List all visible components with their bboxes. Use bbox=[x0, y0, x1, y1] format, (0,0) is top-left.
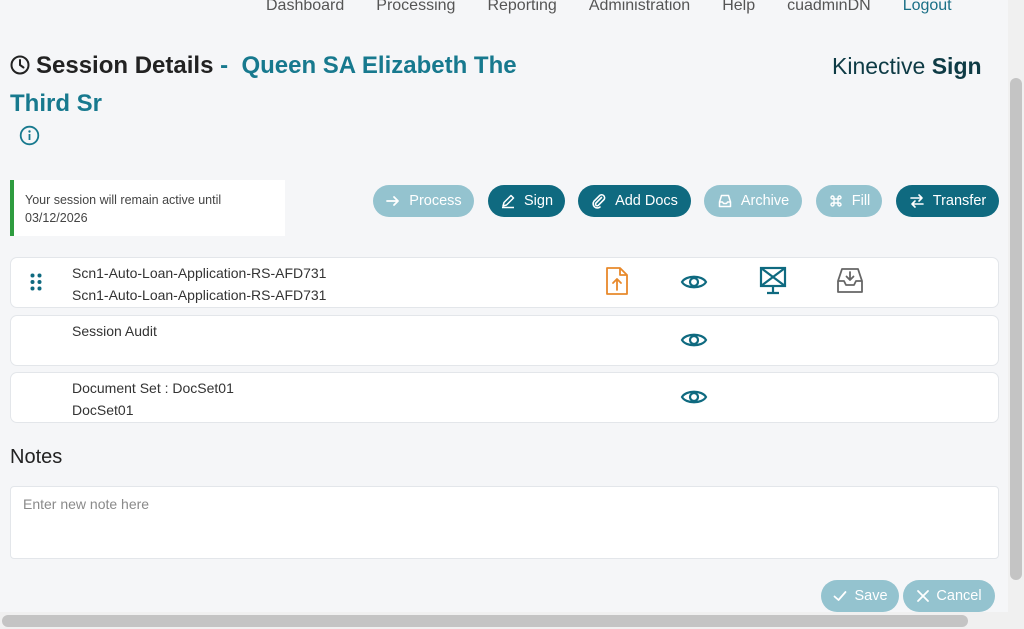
document-row: Document Set : DocSet01 DocSet01 bbox=[10, 372, 999, 423]
vertical-scrollbar-thumb[interactable] bbox=[1010, 78, 1022, 580]
fill-button[interactable]: Fill bbox=[816, 185, 882, 217]
archive-tray-icon bbox=[718, 194, 732, 208]
page-title: Session Details - Queen SA Elizabeth The… bbox=[10, 48, 550, 122]
process-button[interactable]: Process bbox=[373, 185, 474, 217]
document-row: Session Audit bbox=[10, 315, 999, 366]
pen-icon bbox=[501, 194, 515, 209]
transfer-arrows-icon bbox=[909, 194, 924, 208]
document-name: Document Set : DocSet01 bbox=[72, 380, 234, 396]
add-docs-button[interactable]: Add Docs bbox=[578, 185, 691, 217]
add-docs-label: Add Docs bbox=[615, 193, 678, 209]
eye-icon[interactable] bbox=[680, 387, 708, 412]
nav-processing[interactable]: Processing bbox=[376, 0, 455, 15]
screen-x-icon[interactable] bbox=[759, 266, 787, 301]
process-label: Process bbox=[409, 193, 462, 209]
drag-handle-icon[interactable] bbox=[29, 272, 43, 297]
page-title-text: Session Details bbox=[36, 52, 214, 79]
notes-input[interactable] bbox=[10, 486, 999, 559]
nav-administration[interactable]: Administration bbox=[589, 0, 690, 15]
fill-label: Fill bbox=[851, 193, 871, 209]
close-icon bbox=[917, 590, 930, 602]
brand-name-bold: Sign bbox=[931, 53, 982, 79]
title-separator: - bbox=[220, 52, 229, 79]
document-subtitle: Scn1-Auto-Loan-Application-RS-AFD731 bbox=[72, 287, 327, 303]
brand-name: Kinective bbox=[832, 53, 926, 79]
arrow-right-icon bbox=[386, 196, 400, 206]
document-name: Session Audit bbox=[72, 323, 157, 339]
nav-dashboard[interactable]: Dashboard bbox=[266, 0, 344, 15]
cancel-label: Cancel bbox=[936, 588, 982, 604]
brand-logo: Kinective Sign bbox=[832, 53, 982, 80]
document-name: Scn1-Auto-Loan-Application-RS-AFD731 bbox=[72, 265, 327, 281]
info-icon[interactable] bbox=[19, 125, 40, 151]
nav-help[interactable]: Help bbox=[722, 0, 755, 15]
transfer-label: Transfer bbox=[932, 193, 987, 209]
save-button[interactable]: Save bbox=[821, 580, 899, 612]
save-label: Save bbox=[854, 588, 888, 604]
file-upload-icon[interactable] bbox=[605, 266, 629, 301]
archive-label: Archive bbox=[740, 193, 790, 209]
checkmark-icon bbox=[834, 591, 847, 601]
sign-button[interactable]: Sign bbox=[488, 185, 565, 217]
document-subtitle: DocSet01 bbox=[72, 402, 134, 418]
clock-icon bbox=[10, 50, 30, 86]
transfer-button[interactable]: Transfer bbox=[896, 185, 999, 217]
horizontal-scrollbar-thumb[interactable] bbox=[2, 615, 968, 627]
nav-reporting[interactable]: Reporting bbox=[487, 0, 556, 15]
nav-logout[interactable]: Logout bbox=[903, 0, 952, 15]
sign-label: Sign bbox=[523, 193, 554, 209]
cancel-button[interactable]: Cancel bbox=[903, 580, 995, 612]
top-nav: Dashboard Processing Reporting Administr… bbox=[266, 0, 952, 15]
paperclip-icon bbox=[592, 194, 606, 209]
nav-user-menu[interactable]: cuadminDN bbox=[787, 0, 871, 15]
archive-button[interactable]: Archive bbox=[704, 185, 802, 217]
command-icon bbox=[830, 195, 842, 207]
eye-icon[interactable] bbox=[680, 272, 708, 297]
download-tray-icon[interactable] bbox=[836, 266, 864, 299]
notes-heading: Notes bbox=[10, 446, 63, 468]
eye-icon[interactable] bbox=[680, 330, 708, 355]
session-expiry-notice: Your session will remain active until 03… bbox=[10, 180, 285, 236]
document-row: Scn1-Auto-Loan-Application-RS-AFD731 Scn… bbox=[10, 257, 999, 308]
